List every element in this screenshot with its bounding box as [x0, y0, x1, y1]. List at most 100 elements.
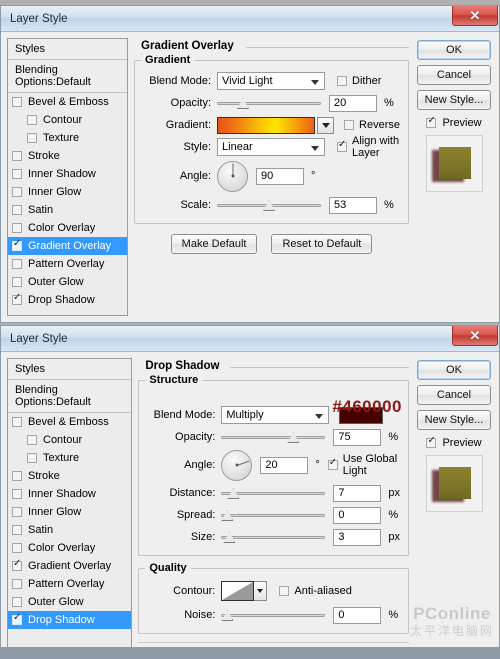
angle-input[interactable]	[256, 167, 305, 185]
checkbox-outer-glow[interactable]	[12, 277, 22, 287]
reverse-checkbox-row[interactable]: Reverse	[344, 119, 400, 131]
checkbox-contour[interactable]	[27, 115, 37, 125]
checkbox-reverse[interactable]	[344, 120, 355, 130]
spread-slider[interactable]	[221, 507, 326, 523]
sidebar-item-inner-glow[interactable]: Inner Glow	[8, 503, 131, 521]
make-default-button[interactable]: Make Default	[170, 234, 258, 254]
blend-mode-select-wrap[interactable]: Vivid Light	[217, 72, 326, 90]
new-style-button[interactable]: New Style...	[417, 90, 491, 110]
sidebar-item-stroke[interactable]: Stroke	[8, 467, 131, 485]
checkbox-preview[interactable]	[426, 435, 437, 448]
checkbox-outer-glow[interactable]	[12, 597, 22, 607]
sidebar-item-stroke[interactable]: Stroke	[8, 147, 127, 165]
blend-mode-select[interactable]: Multiply	[221, 406, 330, 424]
contour-dropdown-icon[interactable]	[254, 581, 268, 601]
scale-input[interactable]	[329, 196, 378, 214]
sidebar-item-satin[interactable]: Satin	[8, 201, 127, 219]
sidebar-item-drop-shadow[interactable]: Drop Shadow	[8, 611, 132, 629]
checkbox-inner-shadow[interactable]	[12, 169, 22, 179]
sidebar-header[interactable]: Styles	[8, 359, 132, 380]
angle-dial[interactable]	[217, 160, 249, 192]
checkbox-satin[interactable]	[12, 205, 22, 215]
sidebar-item-contour[interactable]: Contour	[8, 111, 127, 129]
sidebar-item-bevel-emboss[interactable]: Bevel & Emboss	[8, 93, 127, 111]
sidebar-item-pattern-overlay[interactable]: Pattern Overlay	[8, 255, 127, 273]
gradient-dropdown-icon[interactable]	[317, 116, 335, 134]
checkbox-anti-aliased[interactable]	[279, 586, 290, 596]
reset-to-default-button[interactable]: Reset to Default	[271, 234, 373, 254]
checkbox-inner-glow[interactable]	[12, 507, 22, 517]
checkbox-bevel-emboss[interactable]	[12, 97, 22, 107]
sidebar-item-inner-glow[interactable]: Inner Glow	[8, 183, 127, 201]
contour-picker[interactable]	[221, 581, 268, 601]
checkbox-contour[interactable]	[27, 435, 37, 445]
opacity-slider[interactable]	[217, 95, 322, 111]
checkbox-stroke[interactable]	[12, 471, 22, 481]
checkbox-gradient-overlay[interactable]	[12, 238, 22, 251]
checkbox-use-global-light[interactable]	[327, 457, 338, 470]
sidebar-item-inner-shadow[interactable]: Inner Shadow	[8, 485, 131, 503]
opacity-slider[interactable]	[221, 429, 326, 445]
checkbox-inner-glow[interactable]	[12, 187, 22, 197]
size-slider[interactable]	[221, 529, 326, 545]
checkbox-drop-shadow[interactable]	[12, 292, 22, 305]
sidebar-item-texture[interactable]: Texture	[8, 449, 131, 467]
sidebar-item-gradient-overlay[interactable]: Gradient Overlay	[8, 237, 128, 255]
angle-dial[interactable]	[221, 449, 253, 481]
checkbox-satin[interactable]	[12, 525, 22, 535]
checkbox-color-overlay[interactable]	[12, 223, 22, 233]
sidebar-item-color-overlay[interactable]: Color Overlay	[8, 219, 127, 237]
checkbox-bevel-emboss[interactable]	[12, 417, 22, 427]
style-select-wrap[interactable]: Linear	[217, 138, 326, 156]
size-input[interactable]	[333, 528, 382, 546]
ok-button[interactable]: OK	[417, 40, 491, 60]
blend-mode-select[interactable]: Vivid Light	[217, 72, 326, 90]
checkbox-stroke[interactable]	[12, 151, 22, 161]
sidebar-item-satin[interactable]: Satin	[8, 521, 131, 539]
distance-slider[interactable]	[221, 485, 326, 501]
ok-button[interactable]: OK	[417, 360, 491, 380]
opacity-input[interactable]	[333, 428, 382, 446]
cancel-button[interactable]: Cancel	[417, 385, 491, 405]
global-light-checkbox-row[interactable]: Use Global Light	[327, 453, 400, 477]
noise-slider[interactable]	[221, 607, 326, 623]
gradient-swatch[interactable]	[217, 116, 316, 134]
distance-input[interactable]	[333, 484, 382, 502]
sidebar-item-pattern-overlay[interactable]: Pattern Overlay	[8, 575, 131, 593]
angle-input[interactable]	[260, 456, 309, 474]
sidebar-item-inner-shadow[interactable]: Inner Shadow	[8, 165, 127, 183]
sidebar-item-outer-glow[interactable]: Outer Glow	[8, 273, 127, 291]
checkbox-align-with-layer[interactable]	[337, 139, 348, 152]
checkbox-texture[interactable]	[27, 453, 37, 463]
checkbox-preview[interactable]	[426, 115, 437, 128]
checkbox-inner-shadow[interactable]	[12, 489, 22, 499]
blend-mode-select-wrap[interactable]: Multiply	[221, 406, 330, 424]
sidebar-item-texture[interactable]: Texture	[8, 129, 127, 147]
sidebar-item-blending-options[interactable]: Blending Options:Default	[8, 380, 132, 413]
antialiased-checkbox-row[interactable]: Anti-aliased	[279, 585, 352, 597]
align-layer-checkbox-row[interactable]: Align with Layer	[337, 135, 400, 159]
sidebar-item-blending-options[interactable]: Blending Options:Default	[8, 60, 128, 93]
dither-checkbox-row[interactable]: Dither	[337, 75, 381, 87]
sidebar-item-bevel-emboss[interactable]: Bevel & Emboss	[8, 413, 131, 431]
close-icon[interactable]: ✕	[452, 326, 498, 346]
checkbox-gradient-overlay[interactable]	[12, 558, 22, 571]
sidebar-item-drop-shadow[interactable]: Drop Shadow	[8, 291, 127, 309]
preview-checkbox-row[interactable]: Preview	[426, 435, 482, 449]
checkbox-dither[interactable]	[337, 76, 348, 86]
checkbox-pattern-overlay[interactable]	[12, 579, 22, 589]
style-select[interactable]: Linear	[217, 138, 326, 156]
sidebar-item-contour[interactable]: Contour	[8, 431, 131, 449]
sidebar-item-gradient-overlay[interactable]: Gradient Overlay	[8, 557, 131, 575]
checkbox-color-overlay[interactable]	[12, 543, 22, 553]
new-style-button[interactable]: New Style...	[417, 410, 491, 430]
contour-thumbnail[interactable]	[221, 581, 255, 601]
opacity-input[interactable]	[329, 94, 378, 112]
sidebar-item-color-overlay[interactable]: Color Overlay	[8, 539, 131, 557]
checkbox-texture[interactable]	[27, 133, 37, 143]
close-icon[interactable]: ✕	[452, 6, 498, 26]
sidebar-header[interactable]: Styles	[8, 39, 128, 60]
preview-checkbox-row[interactable]: Preview	[426, 115, 482, 129]
spread-input[interactable]	[333, 506, 382, 524]
checkbox-pattern-overlay[interactable]	[12, 259, 22, 269]
